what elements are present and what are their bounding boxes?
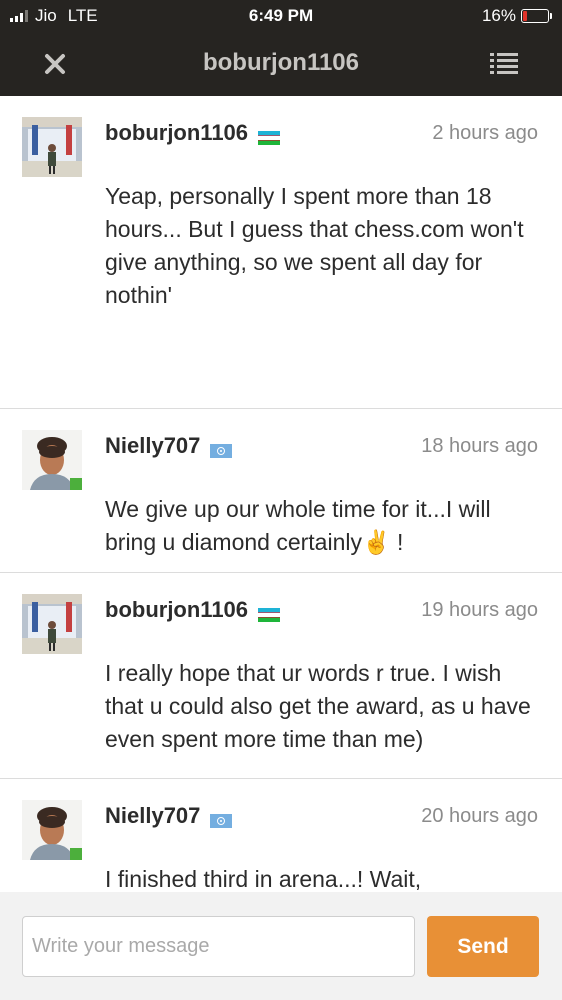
message-text: I finished third in arena...! Wait, <box>105 866 422 892</box>
message-text: Yeap, personally I spent more than 18 ho… <box>105 183 524 308</box>
message-username[interactable]: boburjon1106 <box>105 597 281 623</box>
message-text: We give up our whole time for it...I wil… <box>105 496 491 555</box>
status-right: 16% <box>482 6 552 26</box>
united-nations-flag-icon <box>210 438 233 459</box>
uzbekistan-flag-icon <box>258 602 281 623</box>
conversation-header: boburjon1106 <box>0 32 562 96</box>
avatar[interactable] <box>22 594 82 654</box>
message-item: Nielly707 18 hours ago We give up our wh… <box>0 409 562 573</box>
message-item: boburjon1106 2 hours ago Yeap, personall… <box>0 96 562 409</box>
message-timestamp: 20 hours ago <box>421 805 538 827</box>
avatar[interactable] <box>22 800 82 860</box>
list-menu-icon[interactable] <box>490 52 518 76</box>
message-timestamp: 2 hours ago <box>432 122 538 144</box>
avatar[interactable] <box>22 430 82 490</box>
united-nations-flag-icon <box>210 808 233 829</box>
avatar[interactable] <box>22 117 82 177</box>
battery-icon <box>521 9 549 23</box>
message-item: boburjon1106 19 hours ago I really hope … <box>0 573 562 779</box>
uzbekistan-flag-icon <box>258 125 281 146</box>
message-username[interactable]: Nielly707 <box>105 803 233 829</box>
battery-tip <box>550 13 552 19</box>
message-username[interactable]: boburjon1106 <box>105 120 281 146</box>
message-username[interactable]: Nielly707 <box>105 433 233 459</box>
page-title: boburjon1106 <box>202 49 360 76</box>
status-bar: Jio LTE 6:49 PM 16% <box>0 0 562 32</box>
message-text: I really hope that ur words r true. I wi… <box>105 660 531 752</box>
status-time: 6:49 PM <box>248 6 314 25</box>
message-item: Nielly707 20 hours ago I finished third … <box>0 779 562 892</box>
message-composer: Send <box>0 892 562 1000</box>
message-input[interactable] <box>22 916 415 977</box>
message-thread[interactable]: boburjon1106 2 hours ago Yeap, personall… <box>0 96 562 892</box>
message-timestamp: 19 hours ago <box>421 599 538 621</box>
battery-percentage: 16% <box>481 6 516 25</box>
message-timestamp: 18 hours ago <box>421 435 538 457</box>
send-button[interactable]: Send <box>427 916 539 977</box>
